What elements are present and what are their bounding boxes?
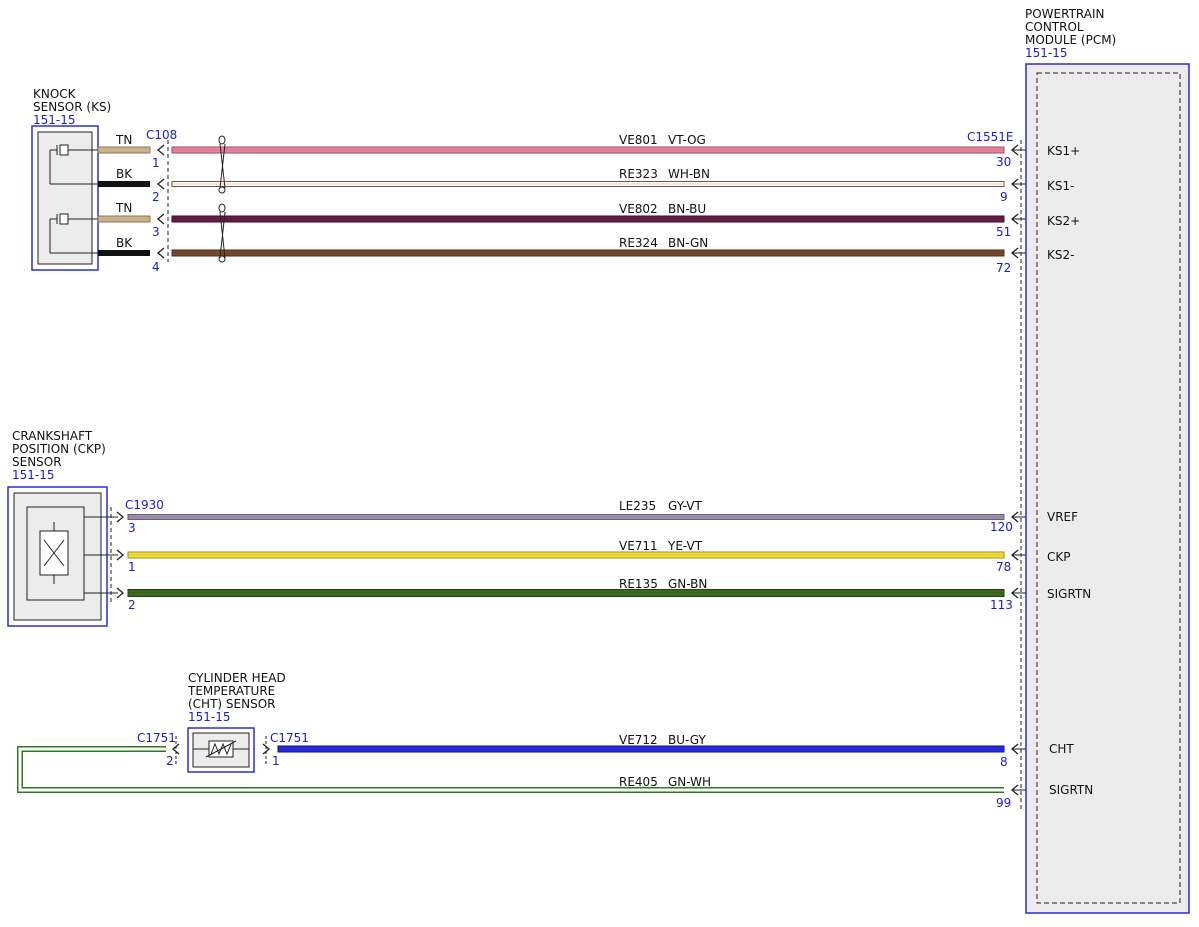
wire-re323[interactable]: RE323 WH-BN 2 9 <box>152 167 1026 204</box>
knock-sensor: KNOCK SENSOR (KS) 151-15 TN BK TN BK C10… <box>31 87 177 271</box>
wire-pin-left: 2 <box>128 598 136 612</box>
wire-color-code: VT-OG <box>668 133 706 147</box>
cht-title-line3: (CHT) SENSOR <box>188 697 276 711</box>
ks-lead-1-color: TN <box>115 133 132 147</box>
left-terminal-arrow <box>156 247 165 259</box>
wire-pin-right: 72 <box>996 261 1011 275</box>
wire-pin-right: 113 <box>990 598 1013 612</box>
ckp-title-line3: SENSOR <box>12 455 62 469</box>
c108-connector-label[interactable]: C108 <box>146 128 177 142</box>
signal-ks2-minus: KS2- <box>1047 248 1074 262</box>
wire-ve801[interactable]: VE801 VT-OG 1 30 <box>152 133 1026 170</box>
wire-pin-right: 51 <box>996 225 1011 239</box>
wire-circuit-label: VE802 <box>619 202 658 216</box>
ks-lead-1 <box>97 146 151 154</box>
wire-re135[interactable]: RE135 GN-BN 2 113 <box>116 577 1026 612</box>
ks-lead-2-color: BK <box>116 167 133 181</box>
ckp-title-line2: POSITION (CKP) <box>12 442 106 456</box>
wire-color-code: GY-VT <box>668 499 702 513</box>
pcm-connector-label[interactable]: C1551E <box>967 130 1014 144</box>
wire-circuit-label: VE801 <box>619 133 658 147</box>
wire-pin-right: 8 <box>1000 755 1008 769</box>
wire-pin-left: 2 <box>152 190 160 204</box>
pcm-title-line1: POWERTRAIN <box>1025 7 1105 21</box>
wire-pin-left: 1 <box>128 560 136 574</box>
cht-title-line1: CYLINDER HEAD <box>188 671 286 685</box>
signal-sigrtn-ckp: SIGRTN <box>1047 587 1091 601</box>
ckp-ref[interactable]: 151-15 <box>12 468 55 482</box>
ckp-title-line1: CRANKSHAFT <box>12 429 93 443</box>
wire-color-code: BU-GY <box>668 733 706 747</box>
ks-ref[interactable]: 151-15 <box>33 113 76 127</box>
pcm-title-line2: CONTROL <box>1025 20 1084 34</box>
left-terminal-arrow <box>156 144 165 156</box>
signal-vref: VREF <box>1047 510 1078 524</box>
wiring-diagram: POWERTRAIN CONTROL MODULE (PCM) 151-15 C… <box>7 7 1190 914</box>
signal-ks1-minus: KS1- <box>1047 179 1074 193</box>
wire-pin-right: 9 <box>1000 190 1008 204</box>
ks-lead-3 <box>97 215 151 223</box>
signal-ckp: CKP <box>1047 550 1070 564</box>
wire-pin-left: 3 <box>152 225 160 239</box>
wire-pin-right: 120 <box>990 520 1013 534</box>
wire-ve711[interactable]: VE711 YE-VT 1 78 <box>116 539 1026 574</box>
left-terminal-arrow <box>156 178 165 190</box>
wire-pin-right: 30 <box>996 155 1011 169</box>
wire-circuit-label: VE712 <box>619 733 658 747</box>
pcm-module: POWERTRAIN CONTROL MODULE (PCM) 151-15 C… <box>967 7 1190 914</box>
signal-ks1-plus: KS1+ <box>1047 144 1080 158</box>
left-terminal-arrow <box>156 213 165 225</box>
wire-re405[interactable]: RE405 GN-WH 2 99 <box>17 743 1026 810</box>
wire-ve802[interactable]: VE802 BN-BU 3 51 <box>152 202 1026 239</box>
ks-title-line2: SENSOR (KS) <box>33 100 111 114</box>
wire-ve712[interactable]: VE712 BU-GY 1 8 <box>262 733 1026 769</box>
ks-lead-4 <box>98 250 150 256</box>
wire-le235[interactable]: LE235 GY-VT 3 120 <box>116 499 1026 535</box>
wire-pin-left: 3 <box>128 521 136 535</box>
c1751-right-connector-label[interactable]: C1751 <box>270 731 309 745</box>
wire-harness: VE801 VT-OG1 30RE323 WH-BN2 9VE802 BN-BU3 51RE… <box>17 133 1026 810</box>
signal-cht: CHT <box>1049 742 1074 756</box>
wire-circuit-label: VE711 <box>619 539 658 553</box>
wire-pin-left: 4 <box>152 260 160 274</box>
wire-circuit-label: RE323 <box>619 167 658 181</box>
wire-color-code: WH-BN <box>668 167 710 181</box>
wire-circuit-label: LE235 <box>619 499 656 513</box>
ks-title-line1: KNOCK <box>33 87 77 101</box>
wire-color-code: GN-BN <box>668 577 707 591</box>
wire-pin-right: 99 <box>996 796 1011 810</box>
wire-pin-left: 2 <box>166 754 174 768</box>
wire-color-code: BN-GN <box>668 236 708 250</box>
wire-circuit-label: RE405 <box>619 775 658 789</box>
wire-re324[interactable]: RE324 BN-GN 4 72 <box>152 236 1026 275</box>
ckp-hall-element-icon <box>39 522 69 584</box>
wire-color-code: GN-WH <box>668 775 711 789</box>
ks-lead-4-color: BK <box>116 236 133 250</box>
ks-lead-2 <box>98 181 150 187</box>
wire-color-code: YE-VT <box>667 539 703 553</box>
c1930-connector-label[interactable]: C1930 <box>125 498 164 512</box>
signal-ks2-plus: KS2+ <box>1047 214 1080 228</box>
signal-sigrtn-cht: SIGRTN <box>1049 783 1093 797</box>
ks-lead-3-color: TN <box>115 201 132 215</box>
pcm-title-line3: MODULE (PCM) <box>1025 33 1116 47</box>
wire-pin-left: 1 <box>272 754 280 768</box>
cht-sensor: CYLINDER HEAD TEMPERATURE (CHT) SENSOR 1… <box>137 671 309 773</box>
cht-ref[interactable]: 151-15 <box>188 710 231 724</box>
cht-title-line2: TEMPERATURE <box>187 684 275 698</box>
wire-circuit-label: RE135 <box>619 577 658 591</box>
wire-circuit-label: RE324 <box>619 236 658 250</box>
wire-color-code: BN-BU <box>668 202 706 216</box>
c1751-left-connector-label[interactable]: C1751 <box>137 731 176 745</box>
wire-pin-left: 1 <box>152 156 160 170</box>
pcm-ref[interactable]: 151-15 <box>1025 46 1068 60</box>
wire-pin-right: 78 <box>996 560 1011 574</box>
